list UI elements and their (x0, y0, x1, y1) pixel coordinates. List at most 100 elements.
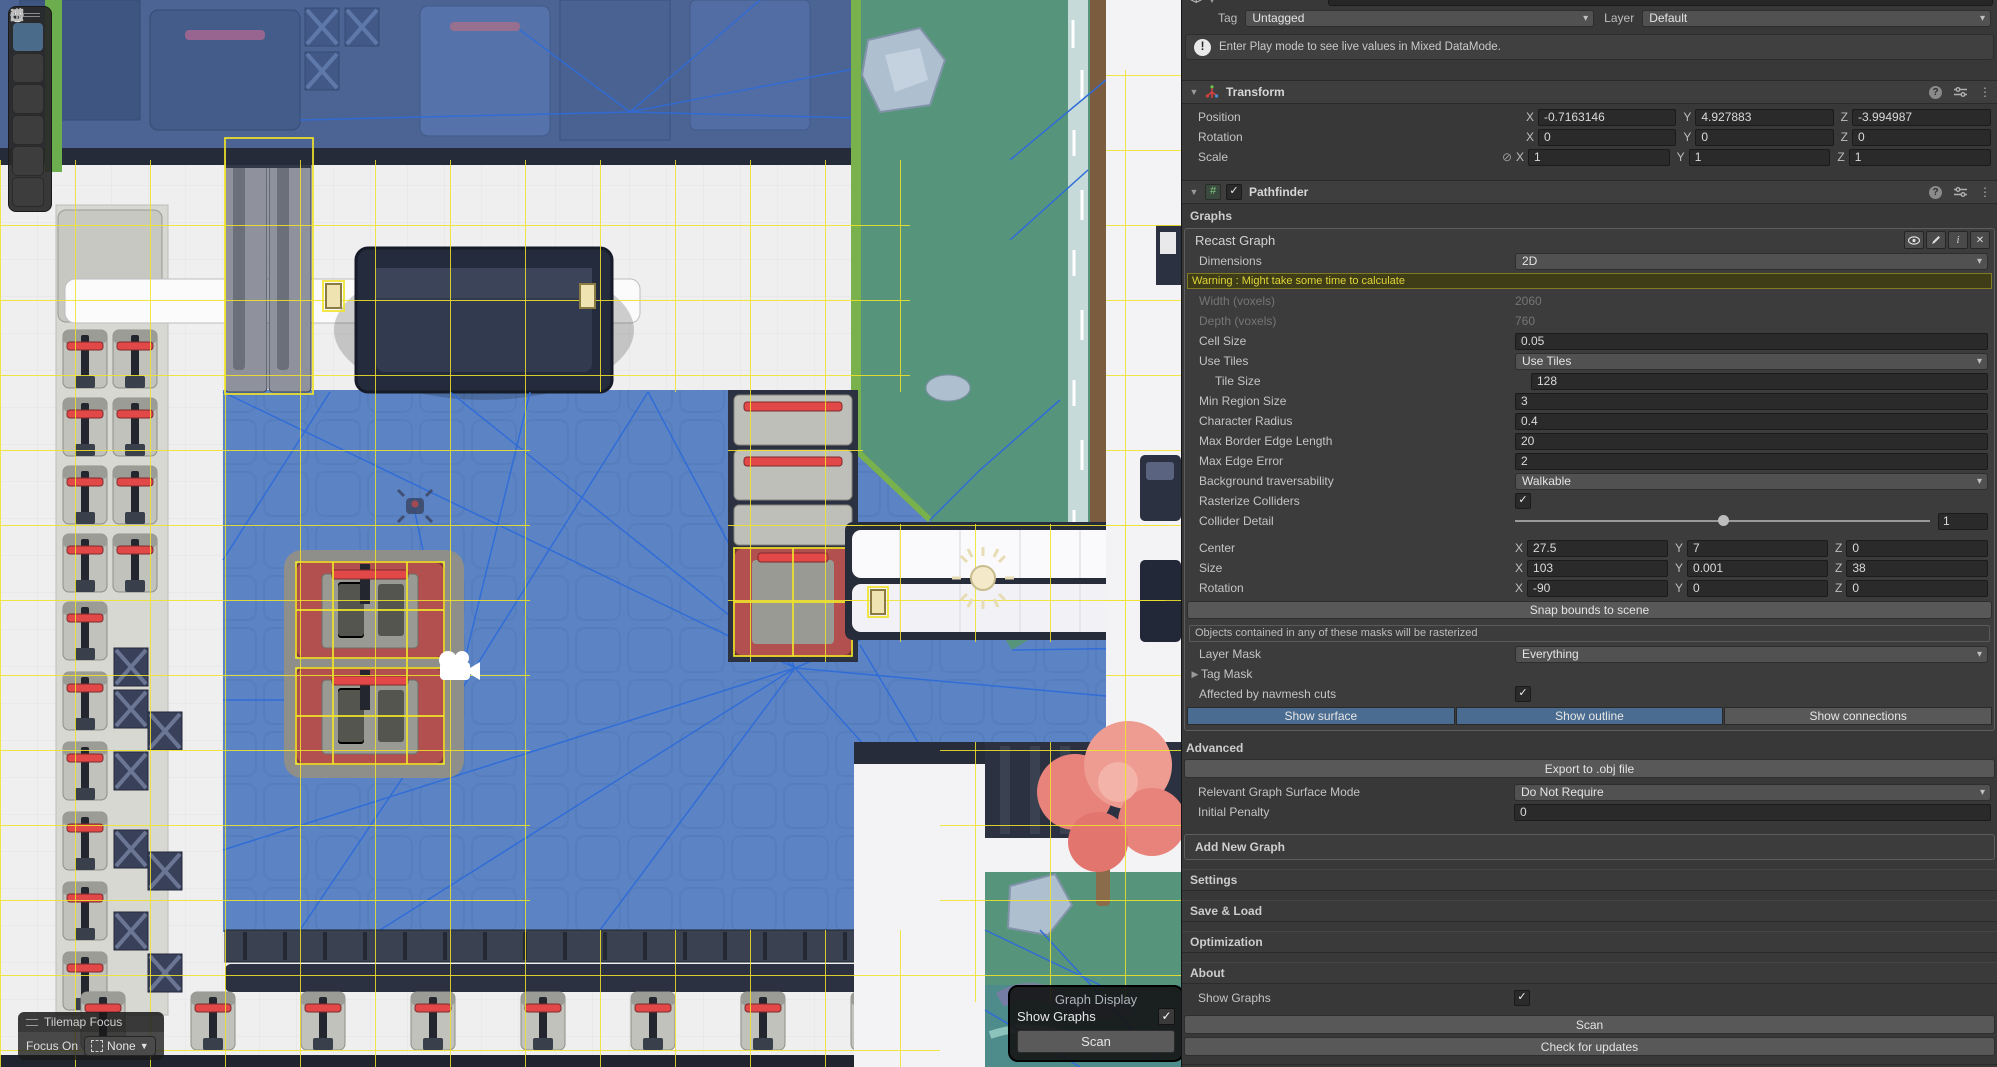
gameobject-name-field[interactable] (1328, 0, 1993, 6)
foldout-arrow-icon[interactable]: ▼ (1188, 187, 1200, 197)
scene-view[interactable]: Tilemap Focus Focus On None ▼ Graph Disp… (0, 0, 1181, 1067)
scan-button[interactable]: Scan (1184, 1015, 1995, 1034)
check-updates-button[interactable]: Check for updates (1184, 1037, 1995, 1056)
position-z-field[interactable]: -3.994987 (1852, 109, 1991, 126)
delete-graph-icon[interactable]: ✕ (1970, 231, 1990, 249)
rasterize-colliders-checkbox[interactable]: ✓ (1515, 493, 1531, 509)
layer-mask-label: Layer Mask (1199, 647, 1515, 661)
scene-scan-button[interactable]: Scan (1017, 1030, 1175, 1053)
rotate-tool-button[interactable] (12, 84, 44, 114)
focus-on-dropdown[interactable]: None ▼ (84, 1036, 156, 1056)
size-y-field[interactable]: 0.001 (1687, 560, 1828, 577)
initial-penalty-label: Initial Penalty (1198, 805, 1514, 819)
max-edge-error-label: Max Edge Error (1199, 454, 1515, 468)
kebab-menu-icon[interactable]: ⋮ (1979, 85, 1991, 99)
kebab-menu-icon[interactable]: ⋮ (1979, 185, 1991, 199)
tag-label: Tag (1218, 11, 1237, 25)
tilemap-focus-header[interactable]: Tilemap Focus (18, 1012, 164, 1032)
foldout-arrow-icon[interactable]: ▼ (1188, 87, 1200, 97)
size-label: Size (1199, 561, 1515, 575)
move-tool-button[interactable] (12, 53, 44, 83)
show-outline-button[interactable]: Show outline (1456, 707, 1724, 725)
max-edge-error-field[interactable]: 2 (1515, 453, 1988, 470)
character-radius-field[interactable]: 0.4 (1515, 413, 1988, 430)
optimization-section-header[interactable]: Optimization (1182, 931, 1997, 953)
scale-x-field[interactable]: 1 (1528, 149, 1670, 166)
graph-rotation-x-field[interactable]: -90 (1527, 580, 1668, 597)
transform-tool-button[interactable] (12, 177, 44, 207)
transform-component-header[interactable]: ▼ Transform ? ⋮ (1182, 80, 1997, 104)
graph-info-icon[interactable]: i (1948, 231, 1968, 249)
cell-size-field[interactable]: 0.05 (1515, 333, 1988, 350)
snap-bounds-button[interactable]: Snap bounds to scene (1187, 601, 1992, 619)
use-tiles-dropdown[interactable]: Use Tiles (1515, 353, 1988, 370)
edit-graph-pencil-icon[interactable] (1926, 231, 1946, 249)
width-voxels-label: Width (voxels) (1199, 294, 1515, 308)
layer-dropdown[interactable]: Default (1642, 10, 1991, 27)
surface-mode-label: Relevant Graph Surface Mode (1198, 785, 1514, 799)
show-connections-button[interactable]: Show connections (1724, 707, 1992, 725)
show-graphs-checkbox[interactable]: ✓ (1514, 990, 1530, 1006)
scale-z-field[interactable]: 1 (1849, 149, 1991, 166)
graph-visibility-eye-icon[interactable] (1904, 231, 1924, 249)
surface-mode-dropdown[interactable]: Do Not Require (1514, 784, 1991, 801)
help-icon[interactable]: ? (1929, 86, 1942, 99)
rasterize-colliders-label: Rasterize Colliders (1199, 494, 1515, 508)
settings-section-header[interactable]: Settings (1182, 869, 1997, 891)
layer-mask-dropdown[interactable]: Everything (1515, 646, 1988, 663)
dimensions-dropdown[interactable]: 2D (1515, 253, 1988, 270)
save-load-section-header[interactable]: Save & Load (1182, 900, 1997, 922)
notice-text: Enter Play mode to see live values in Mi… (1219, 41, 1501, 53)
position-y-field[interactable]: 4.927883 (1695, 109, 1833, 126)
size-x-field[interactable]: 103 (1527, 560, 1668, 577)
focus-on-label: Focus On (26, 1039, 78, 1053)
show-surface-button[interactable]: Show surface (1187, 707, 1455, 725)
rotation-z-field[interactable]: 0 (1852, 129, 1991, 146)
tag-dropdown[interactable]: Untagged (1245, 10, 1594, 27)
hand-tool-button[interactable] (12, 22, 44, 52)
pathfinder-component-header[interactable]: ▼ # ✓ Pathfinder ? ⋮ (1182, 180, 1997, 204)
overlay-drag-handle-icon (26, 1019, 38, 1026)
graphs-heading: Graphs (1190, 209, 1232, 223)
calc-time-warning: Warning : Might take some time to calcul… (1187, 273, 1992, 289)
background-traversability-dropdown[interactable]: Walkable (1515, 473, 1988, 490)
link-constrain-icon[interactable]: ⊘ (1500, 150, 1514, 164)
scale-tool-button[interactable] (12, 115, 44, 145)
advanced-heading: Advanced (1186, 741, 1243, 755)
pathfinder-enabled-checkbox[interactable]: ✓ (1226, 184, 1242, 200)
show-graphs-checkbox[interactable]: ✓ (1158, 1008, 1175, 1025)
gameobject-header: ▼ Tag Untagged Layer Default (1182, 0, 1997, 30)
add-new-graph-header[interactable]: Add New Graph (1184, 834, 1995, 860)
position-x-field[interactable]: -0.7163146 (1538, 109, 1676, 126)
graph-rotation-z-field[interactable]: 0 (1846, 580, 1988, 597)
foldout-arrow-icon[interactable]: ▶ (1189, 669, 1201, 680)
graph-rotation-y-field[interactable]: 0 (1687, 580, 1828, 597)
presets-icon[interactable] (1954, 186, 1967, 198)
center-z-field[interactable]: 0 (1846, 540, 1988, 557)
rotation-y-field[interactable]: 0 (1695, 129, 1833, 146)
max-border-edge-field[interactable]: 20 (1515, 433, 1988, 450)
rotation-x-field[interactable]: 0 (1538, 129, 1676, 146)
collider-detail-field[interactable]: 1 (1938, 513, 1988, 530)
presets-icon[interactable] (1954, 86, 1967, 98)
about-section-header[interactable]: About (1182, 962, 1997, 984)
tile-size-field[interactable]: 128 (1531, 373, 1988, 390)
help-icon[interactable]: ? (1929, 186, 1942, 199)
rect-tool-button[interactable] (12, 146, 44, 176)
export-obj-button[interactable]: Export to .obj file (1184, 759, 1995, 778)
center-label: Center (1199, 541, 1515, 555)
graph-display-overlay: Graph Display Show Graphs ✓ Scan (1008, 985, 1181, 1062)
transform-icon (1205, 85, 1219, 99)
position-label: Position (1198, 110, 1514, 124)
min-region-size-field[interactable]: 3 (1515, 393, 1988, 410)
max-border-edge-label: Max Border Edge Length (1199, 434, 1515, 448)
scale-y-field[interactable]: 1 (1689, 149, 1831, 166)
center-x-field[interactable]: 27.5 (1527, 540, 1668, 557)
initial-penalty-field[interactable]: 0 (1514, 804, 1991, 821)
navmesh-cuts-checkbox[interactable]: ✓ (1515, 686, 1531, 702)
use-tiles-label: Use Tiles (1199, 354, 1515, 368)
show-graphs-label: Show Graphs (1017, 1009, 1096, 1024)
center-y-field[interactable]: 7 (1687, 540, 1828, 557)
size-z-field[interactable]: 38 (1846, 560, 1988, 577)
collider-detail-slider[interactable] (1515, 514, 1930, 528)
